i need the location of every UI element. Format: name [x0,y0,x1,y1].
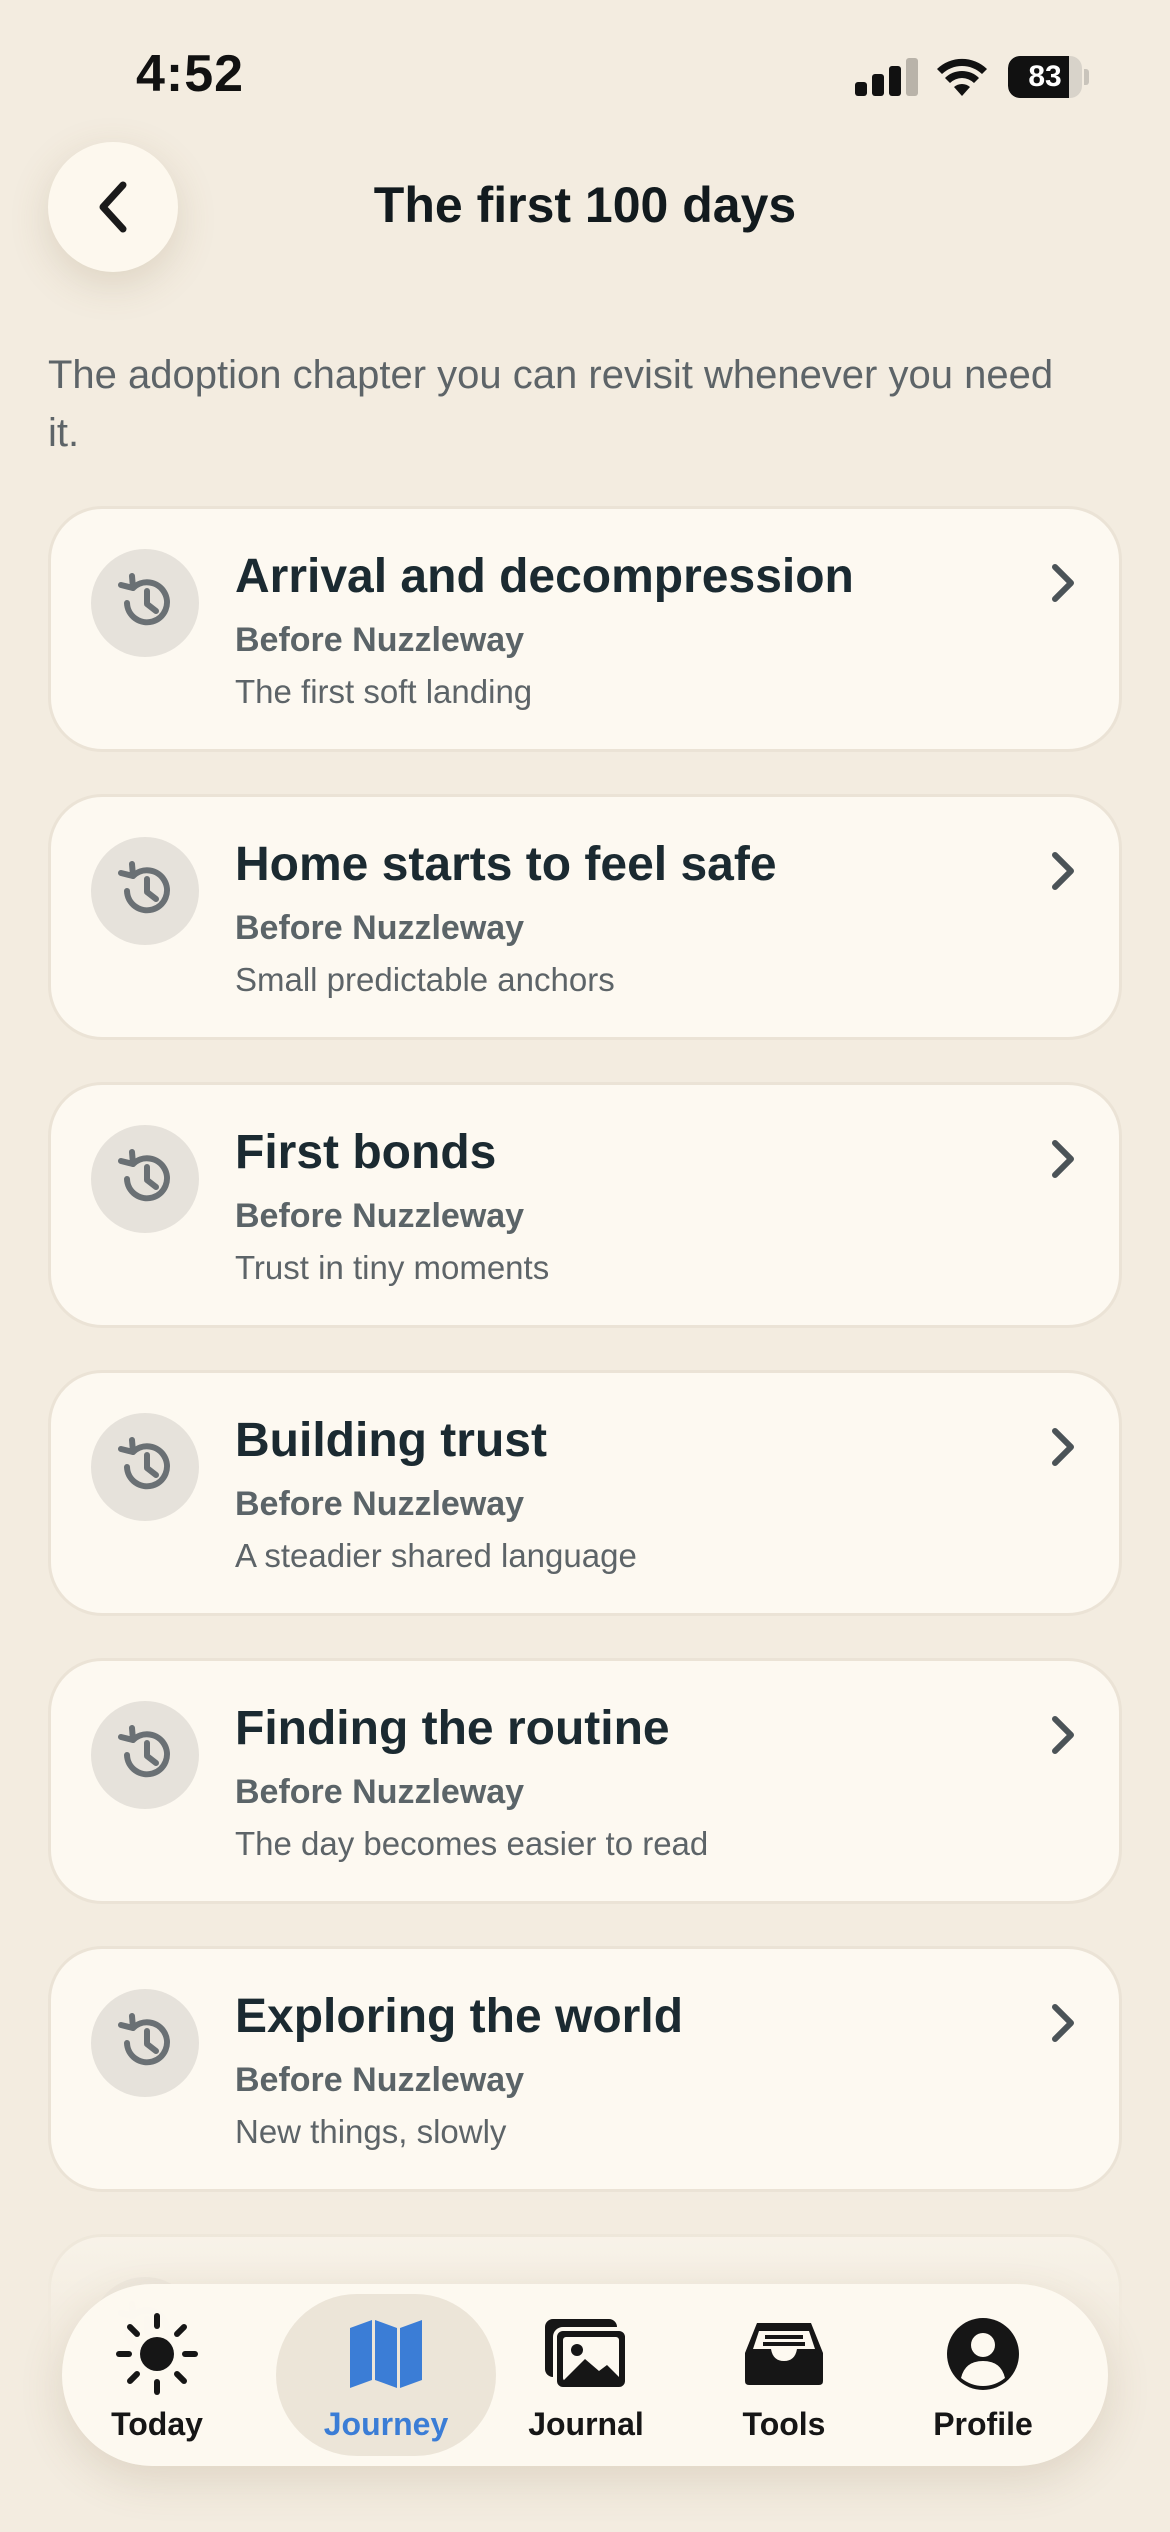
history-icon [91,1701,199,1809]
chevron-right-icon [1043,1133,1083,1185]
chapter-description: The first soft landing [235,673,533,710]
chapter-card[interactable]: First bonds Before Nuzzleway Trust in tiny… [48,1082,1122,1328]
chapter-description: The day becomes easier to read [235,1825,709,1862]
chapter-title: Building trust [235,1414,547,1467]
tab-label-journal: Journal [528,2406,644,2442]
chapter-card[interactable]: Exploring the world Before Nuzzleway New t… [48,1946,1122,2192]
battery-icon: 83 [1008,56,1089,98]
chapter-subtitle: Before Nuzzleway [235,1773,525,1811]
chevron-right-icon [1043,1709,1083,1761]
history-icon [91,837,199,945]
tab-label-journey: Journey [323,2406,449,2442]
chapter-title: Home starts to feel safe [235,838,777,891]
chevron-right-icon [1043,1997,1083,2049]
chapter-description: Small predictable anchors [235,961,615,998]
chapter-title: Exploring the world [235,1990,684,2043]
chapter-subtitle: Before Nuzzleway [235,2061,525,2099]
person-circle-icon [938,2314,1028,2394]
tab-today[interactable]: Today [62,2284,252,2466]
tab-bar: Today Journey Journal Tools Profile [62,2284,1108,2466]
chapter-title: Arrival and decompression [235,550,854,603]
tab-label-today: Today [111,2406,203,2442]
chapter-description: Trust in tiny moments [235,1249,550,1286]
chevron-right-icon [1043,1421,1083,1473]
sun-icon [112,2313,202,2395]
tab-journal[interactable]: Journal [491,2284,681,2466]
history-icon [91,1125,199,1233]
chapter-title: First bonds [235,1126,497,1179]
history-icon [91,1989,199,2097]
chapter-subtitle: Before Nuzzleway [235,909,525,947]
chapter-title: Finding the routine [235,1702,670,1755]
history-icon [91,549,199,657]
photos-icon [541,2314,631,2394]
chapter-description: New things, slowly [235,2113,507,2150]
tab-profile[interactable]: Profile [888,2284,1078,2466]
chapter-description: A steadier shared language [235,1537,637,1574]
status-bar: 4:52 83 [0,0,1170,150]
map-icon [341,2314,431,2394]
status-time: 4:52 [136,45,245,103]
chapter-card[interactable]: Home starts to feel safe Before Nuzzleway… [48,794,1122,1040]
chapter-card[interactable]: Arrival and decompression Before Nuzzlewa… [48,506,1122,752]
tab-journey[interactable]: Journey [291,2284,481,2466]
chevron-right-icon [1043,845,1083,897]
history-icon [91,1413,199,1521]
wifi-icon [937,58,987,96]
chapter-card[interactable]: Finding the routine Before Nuzzleway The d… [48,1658,1122,1904]
cellular-signal-icon [855,58,918,96]
tray-icon [739,2314,829,2394]
tab-label-tools: Tools [742,2406,826,2442]
chevron-right-icon [1043,557,1083,609]
screen: 4:52 83 The first 100 days The adoption … [0,0,1170,2532]
battery-level: 83 [1028,60,1062,93]
page-title: The first 100 days [373,177,797,233]
chapter-subtitle: Before Nuzzleway [235,1197,525,1235]
chapter-card[interactable]: Building trust Before Nuzzleway A steadier… [48,1370,1122,1616]
intro-text: The adoption chapter you can revisit whe… [48,353,1054,455]
tab-label-profile: Profile [933,2406,1033,2442]
chapter-subtitle: Before Nuzzleway [235,621,525,659]
chapter-subtitle: Before Nuzzleway [235,1485,525,1523]
tab-tools[interactable]: Tools [689,2284,879,2466]
